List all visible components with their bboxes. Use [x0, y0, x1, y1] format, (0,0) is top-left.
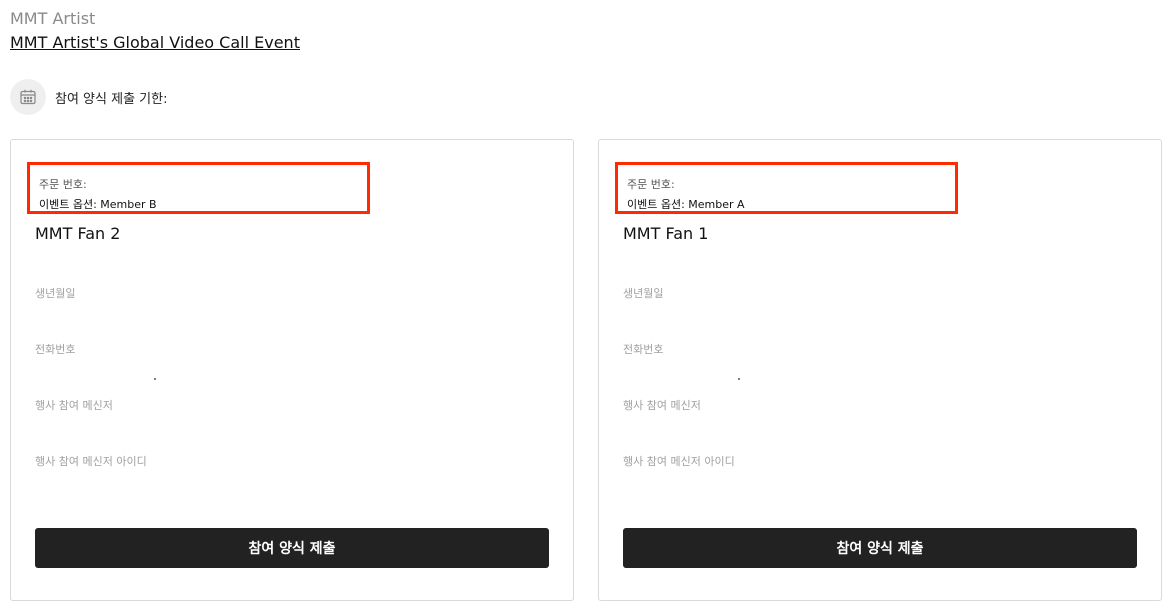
submit-form-button[interactable]: 참여 양식 제출: [35, 528, 549, 568]
fan-name: MMT Fan 1: [623, 224, 709, 243]
participant-card: 주문 번호: 이벤트 옵션: Member A MMT Fan 1 생년월일 전…: [598, 139, 1162, 601]
participant-card: 주문 번호: 이벤트 옵션: Member B MMT Fan 2 생년월일 전…: [10, 139, 574, 601]
fan-name: MMT Fan 2: [35, 224, 121, 243]
phone-label: 전화번호: [35, 343, 76, 356]
deadline-label: 참여 양식 제출 기한:: [55, 91, 168, 107]
messenger-label: 행사 참여 메신저: [35, 399, 113, 412]
calendar-icon: [10, 79, 46, 115]
order-number-label: 주문 번호:: [39, 178, 87, 191]
event-title-link[interactable]: MMT Artist's Global Video Call Event: [10, 33, 300, 52]
artist-name: MMT Artist: [10, 9, 96, 28]
birthdate-label: 생년월일: [35, 287, 76, 300]
value-dot: [738, 378, 740, 380]
phone-label: 전화번호: [623, 343, 664, 356]
messenger-id-label: 행사 참여 메신저 아이디: [35, 455, 147, 468]
messenger-id-label: 행사 참여 메신저 아이디: [623, 455, 735, 468]
event-option: 이벤트 옵션: Member A: [627, 198, 745, 211]
order-number-label: 주문 번호:: [627, 178, 675, 191]
order-info-highlight: 주문 번호: 이벤트 옵션: Member B: [27, 162, 370, 214]
value-dot: [154, 378, 156, 380]
messenger-label: 행사 참여 메신저: [623, 399, 701, 412]
birthdate-label: 생년월일: [623, 287, 664, 300]
deadline-row: 참여 양식 제출 기한:: [10, 79, 167, 115]
order-info-highlight: 주문 번호: 이벤트 옵션: Member A: [615, 162, 958, 214]
submit-form-button[interactable]: 참여 양식 제출: [623, 528, 1137, 568]
event-option: 이벤트 옵션: Member B: [39, 198, 157, 211]
